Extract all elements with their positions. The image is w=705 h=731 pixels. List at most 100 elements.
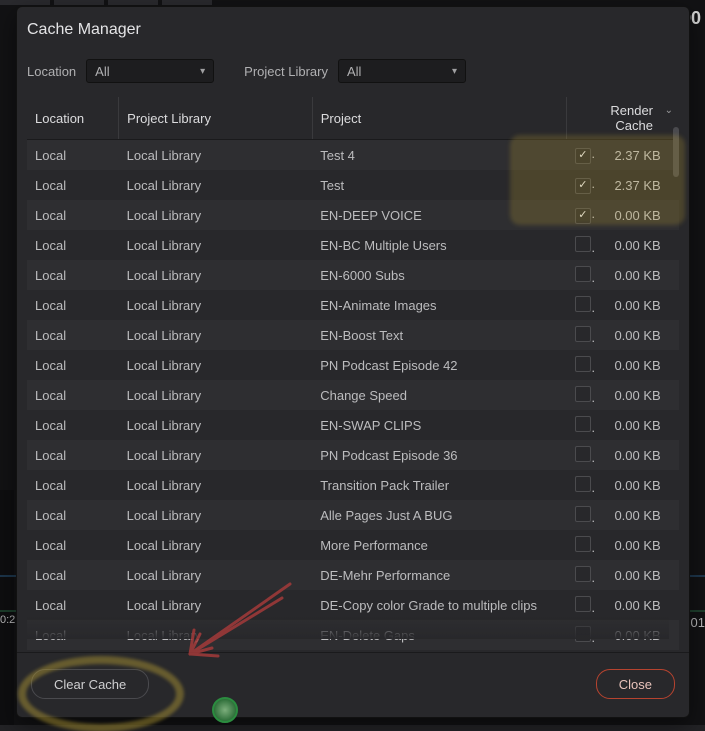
col-location[interactable]: Location (27, 97, 119, 140)
cell-project: PN Podcast Episode 42 (312, 350, 567, 380)
cell-render-checkbox (567, 440, 596, 470)
close-button[interactable]: Close (596, 669, 675, 699)
col-library[interactable]: Project Library (119, 97, 313, 140)
filter-library-dropdown[interactable]: All ▾ (338, 59, 466, 83)
table-row[interactable]: LocalLocal LibraryEN-DEEP VOICE0.00 KB (27, 200, 679, 230)
table-row[interactable]: LocalLocal LibraryTest 42.37 KB (27, 140, 679, 171)
table-header-row: Location Project Library Project Render … (27, 97, 679, 140)
table-row[interactable]: LocalLocal LibraryPN Podcast Episode 360… (27, 440, 679, 470)
cell-library: Local Library (119, 320, 313, 350)
cell-location: Local (27, 410, 119, 440)
render-cache-checkbox[interactable] (575, 326, 591, 342)
cell-render-checkbox (567, 140, 596, 171)
cell-project: Change Speed (312, 380, 567, 410)
table-row[interactable]: LocalLocal LibraryTransition Pack Traile… (27, 470, 679, 500)
cell-location: Local (27, 200, 119, 230)
col-render-cache[interactable]: Render Cache ⌄ (567, 97, 679, 140)
cell-project: DE-Copy color Grade to multiple clips (312, 590, 567, 620)
render-cache-checkbox[interactable] (575, 506, 591, 522)
render-cache-checkbox[interactable] (575, 416, 591, 432)
clear-cache-button[interactable]: Clear Cache (31, 669, 149, 699)
render-cache-checkbox[interactable] (575, 208, 591, 224)
table-row[interactable]: LocalLocal LibraryEN-Boost Text0.00 KB (27, 320, 679, 350)
cell-spacer (667, 380, 679, 410)
cell-location: Local (27, 650, 119, 652)
render-cache-checkbox[interactable] (575, 446, 591, 462)
table-row[interactable]: LocalLocal LibraryEN-6000 Subs0.00 KB (27, 260, 679, 290)
render-cache-checkbox[interactable] (575, 476, 591, 492)
cache-manager-dialog: Cache Manager Location All ▾ Project Lib… (16, 6, 690, 718)
render-cache-checkbox[interactable] (575, 626, 591, 642)
table-row[interactable]: LocalLocal LibraryAlle Pages Just A BUG0… (27, 500, 679, 530)
cell-library: Local Library (119, 290, 313, 320)
cell-render-checkbox (567, 350, 596, 380)
cell-location: Local (27, 350, 119, 380)
cell-location: Local (27, 140, 119, 171)
table-row[interactable]: LocalLocal LibraryEN-SWAP CLIPS0.00 KB (27, 410, 679, 440)
table-row[interactable]: LocalLocal LibraryDE-Mehr Performance0.0… (27, 560, 679, 590)
scrollbar-thumb[interactable] (673, 127, 679, 177)
render-cache-checkbox[interactable] (575, 536, 591, 552)
col-project[interactable]: Project (312, 97, 567, 140)
table-row[interactable]: LocalLocal LibraryEN-Delete Gaps0.00 KB (27, 620, 679, 650)
cell-spacer (667, 410, 679, 440)
cell-render-checkbox (567, 560, 596, 590)
render-cache-checkbox[interactable] (575, 236, 591, 252)
table-row[interactable]: LocalLocal LibraryEN-Animate Images0.00 … (27, 290, 679, 320)
cell-library: Local Library (119, 380, 313, 410)
cell-project: More Performance (312, 530, 567, 560)
render-cache-checkbox[interactable] (575, 296, 591, 312)
cell-render-size: 0.00 KB (595, 260, 666, 290)
table-row[interactable]: LocalLocal LibraryEN-BC Multiple Users0.… (27, 230, 679, 260)
cell-spacer (667, 590, 679, 620)
cell-render-checkbox (567, 380, 596, 410)
filter-location-label: Location (27, 64, 76, 79)
cell-render-checkbox (567, 410, 596, 440)
cell-library: Local Library (119, 620, 313, 650)
table-row[interactable]: LocalLocal LibraryEN-UPDATE 18.50.00 KB (27, 650, 679, 652)
table-row[interactable]: LocalLocal LibraryMore Performance0.00 K… (27, 530, 679, 560)
table-row[interactable]: LocalLocal LibraryTest2.37 KB (27, 170, 679, 200)
render-cache-checkbox[interactable] (575, 596, 591, 612)
cell-render-checkbox (567, 500, 596, 530)
render-cache-checkbox[interactable] (575, 566, 591, 582)
cache-table-scroll[interactable]: Location Project Library Project Render … (27, 97, 679, 652)
cell-project: EN-SWAP CLIPS (312, 410, 567, 440)
cell-location: Local (27, 590, 119, 620)
cell-render-size: 0.00 KB (595, 200, 666, 230)
cell-project: EN-BC Multiple Users (312, 230, 567, 260)
table-row[interactable]: LocalLocal LibraryPN Podcast Episode 42 0… (27, 350, 679, 380)
cell-render-checkbox (567, 230, 596, 260)
filter-library-value: All (347, 64, 361, 79)
cell-render-size: 0.00 KB (595, 320, 666, 350)
render-cache-checkbox[interactable] (575, 178, 591, 194)
cell-spacer (667, 440, 679, 470)
cell-library: Local Library (119, 230, 313, 260)
cell-render-size: 0.00 KB (595, 350, 666, 380)
render-cache-checkbox[interactable] (575, 148, 591, 164)
cell-render-checkbox (567, 290, 596, 320)
table-row[interactable]: LocalLocal LibraryChange Speed0.00 KB (27, 380, 679, 410)
cell-project: DE-Mehr Performance (312, 560, 567, 590)
cell-library: Local Library (119, 650, 313, 652)
render-cache-checkbox[interactable] (575, 356, 591, 372)
chevron-down-icon: ▾ (200, 66, 205, 77)
cell-spacer (667, 500, 679, 530)
cell-location: Local (27, 260, 119, 290)
cell-project: Test 4 (312, 140, 567, 171)
table-row[interactable]: LocalLocal LibraryDE-Copy color Grade to… (27, 590, 679, 620)
cell-library: Local Library (119, 410, 313, 440)
cell-render-size: 0.00 KB (595, 440, 666, 470)
cell-render-size: 0.00 KB (595, 620, 666, 650)
cell-location: Local (27, 500, 119, 530)
cell-render-size: 0.00 KB (595, 530, 666, 560)
render-cache-checkbox[interactable] (575, 266, 591, 282)
filter-location-dropdown[interactable]: All ▾ (86, 59, 214, 83)
cell-project: EN-Animate Images (312, 290, 567, 320)
cell-location: Local (27, 470, 119, 500)
render-cache-checkbox[interactable] (575, 386, 591, 402)
cell-library: Local Library (119, 140, 313, 171)
cell-render-size: 0.00 KB (595, 500, 666, 530)
cell-location: Local (27, 620, 119, 650)
cell-library: Local Library (119, 350, 313, 380)
